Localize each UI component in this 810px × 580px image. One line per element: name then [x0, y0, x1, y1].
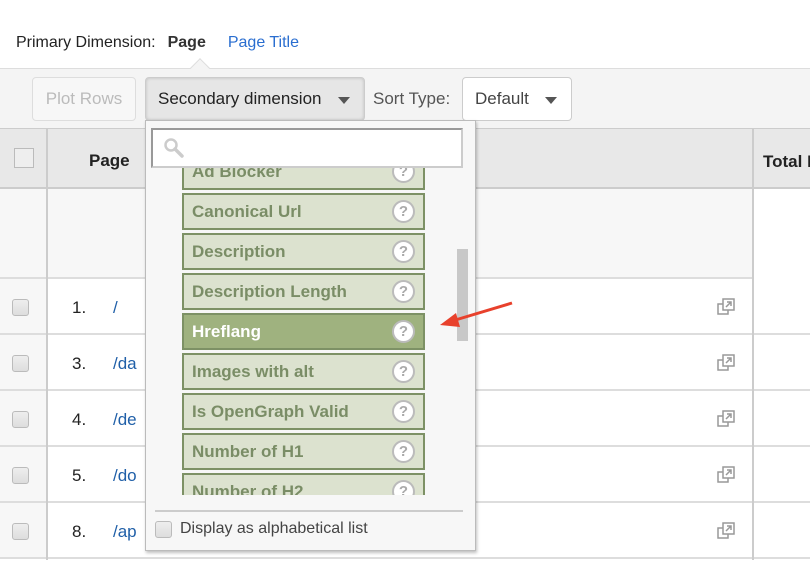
checkbox-cell [0, 503, 47, 557]
dimension-option-label: Number of H2 [192, 482, 304, 495]
row-checkbox[interactable] [12, 467, 29, 484]
row-checkbox[interactable] [12, 355, 29, 372]
secondary-dimension-menu: Ad Blocker? Canonical Url? Description? Des… [145, 120, 476, 551]
help-icon[interactable]: ? [392, 320, 415, 343]
help-icon[interactable]: ? [392, 480, 415, 495]
column-header-total[interactable]: Total I [763, 152, 810, 172]
annotation-arrow-icon [440, 301, 513, 327]
primary-dimension-page[interactable]: Page [168, 34, 206, 52]
dimension-option-label: Description Length [192, 282, 347, 301]
page-link[interactable]: /do [113, 466, 137, 486]
help-icon[interactable]: ? [392, 200, 415, 223]
open-external-icon[interactable] [716, 521, 736, 541]
plot-rows-button[interactable]: Plot Rows [32, 77, 136, 121]
checkbox-cell [0, 447, 47, 501]
dimension-option-label: Canonical Url [192, 202, 302, 221]
dimension-option[interactable]: Canonical Url? [182, 193, 425, 230]
checkbox-cell [0, 335, 47, 389]
open-external-icon[interactable] [716, 409, 736, 429]
dimension-option[interactable]: Number of H2? [182, 473, 425, 495]
divider [155, 510, 463, 512]
dimension-option[interactable]: Images with alt? [182, 353, 425, 390]
alphabetical-checkbox[interactable] [155, 520, 172, 538]
search-icon [164, 138, 184, 158]
page-link[interactable]: /de [113, 410, 137, 430]
primary-dimension-page-title-link[interactable]: Page Title [228, 34, 299, 52]
checkbox-cell [0, 391, 47, 445]
alphabetical-list-toggle[interactable]: Display as alphabetical list [155, 520, 368, 538]
column-divider [752, 128, 754, 560]
row-number: 1. [72, 298, 87, 317]
row-checkbox[interactable] [12, 299, 29, 316]
secondary-dimension-dropdown[interactable]: Secondary dimension [145, 77, 365, 121]
help-icon[interactable]: ? [392, 240, 415, 263]
dimension-option[interactable]: Number of H1? [182, 433, 425, 470]
row-number: 4. [72, 410, 87, 429]
dimension-option[interactable]: Hreflang? [182, 313, 425, 350]
page-link[interactable]: /ap [113, 522, 137, 542]
dimension-list[interactable]: Ad Blocker? Canonical Url? Description? Des… [146, 151, 476, 495]
page-link[interactable]: / [113, 298, 118, 318]
sort-type-select[interactable]: Default [462, 77, 572, 121]
help-icon[interactable]: ? [392, 400, 415, 423]
primary-dimension-label: Primary Dimension: [16, 34, 156, 51]
dimension-search-input[interactable] [151, 128, 463, 168]
checkbox-cell [0, 279, 47, 333]
help-icon[interactable]: ? [392, 280, 415, 303]
select-all-checkbox[interactable] [14, 148, 34, 168]
sort-type-value: Default [475, 89, 529, 108]
dimension-option-label: Number of H1 [192, 442, 304, 461]
alphabetical-label: Display as alphabetical list [180, 520, 368, 537]
row-number: 5. [72, 466, 87, 485]
help-icon[interactable]: ? [392, 360, 415, 383]
dimension-option[interactable]: Description? [182, 233, 425, 270]
open-external-icon[interactable] [716, 465, 736, 485]
row-number: 3. [72, 354, 87, 373]
chevron-down-icon [545, 97, 557, 104]
open-external-icon[interactable] [716, 353, 736, 373]
column-divider [46, 128, 48, 560]
page-link[interactable]: /da [113, 354, 137, 374]
dimension-option-label: Is OpenGraph Valid [192, 402, 349, 421]
help-icon[interactable]: ? [392, 440, 415, 463]
row-number: 8. [72, 522, 87, 541]
dimension-option-label: Images with alt [192, 362, 314, 381]
row-checkbox[interactable] [12, 523, 29, 540]
column-header-page[interactable]: Page [89, 151, 130, 171]
open-external-icon[interactable] [716, 297, 736, 317]
secondary-dimension-label: Secondary dimension [158, 89, 322, 108]
primary-dimension-bar: Primary Dimension: Page Page Title [16, 34, 299, 52]
row-checkbox[interactable] [12, 411, 29, 428]
dimension-option-label: Description [192, 242, 286, 261]
dimension-option[interactable]: Description Length? [182, 273, 425, 310]
dimension-option[interactable]: Is OpenGraph Valid? [182, 393, 425, 430]
chevron-down-icon [338, 97, 350, 104]
sort-type-label: Sort Type: [373, 89, 451, 108]
dimension-option-label: Hreflang [192, 322, 261, 341]
